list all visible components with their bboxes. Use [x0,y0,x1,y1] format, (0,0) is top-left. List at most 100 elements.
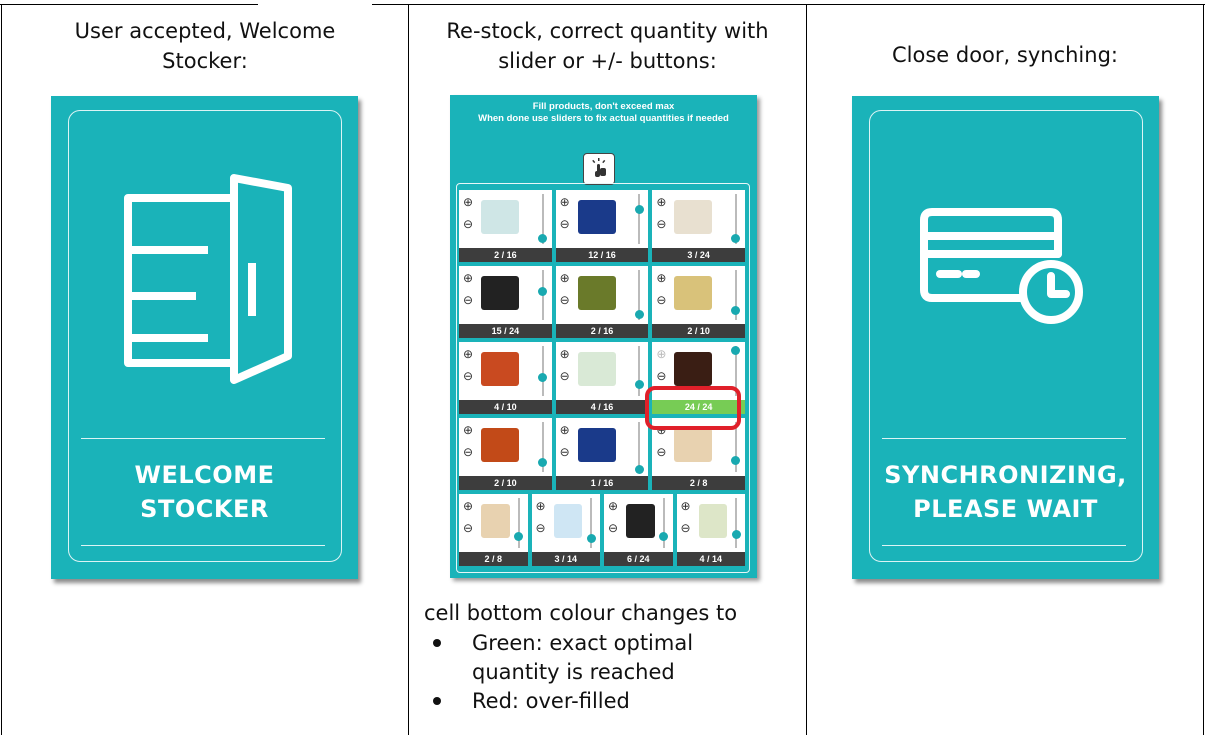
caption-line: Re-stock, correct quantity with [446,19,769,43]
product-cell[interactable]: ⊕ ⊖ 2 / 16 [555,266,649,338]
caption-line: slider or +/- buttons: [498,49,717,73]
quantity-bar: 2 / 8 [652,476,745,490]
minus-button[interactable]: ⊖ [656,446,666,458]
plus-button[interactable]: ⊕ [608,500,618,512]
caption-welcome: User accepted, Welcome Stocker: [2,16,408,76]
product-image [674,200,713,234]
minus-button[interactable]: ⊖ [463,218,473,230]
product-cell[interactable]: ⊕ ⊖ 2 / 16 [459,190,552,262]
product-image [698,504,727,538]
touch-button[interactable] [583,153,615,185]
product-cell[interactable]: ⊕ ⊖ 4 / 16 [555,342,649,414]
quantity-slider-knob[interactable] [538,458,548,468]
product-cell[interactable]: ⊕ ⊖ 1 / 16 [555,418,649,490]
minus-button[interactable]: ⊖ [656,370,666,382]
table-border-left [1,4,2,735]
table-border-top-left [0,4,258,5]
minus-button[interactable]: ⊖ [656,294,666,306]
minus-button[interactable]: ⊖ [608,522,618,534]
plus-button[interactable]: ⊕ [560,424,570,436]
instruction-line: Fill products, don't exceed max [532,101,675,112]
bullet-dot [433,639,441,647]
screen-divider [882,438,1126,439]
quantity-bar: 2 / 16 [459,248,552,262]
quantity-bar: 1 / 16 [555,476,649,490]
minus-button[interactable]: ⊖ [463,446,473,458]
product-cell[interactable]: ⊕ ⊖ 4 / 14 [676,494,745,566]
restock-instructions: Fill products, don't exceed max When don… [450,101,757,125]
minus-button[interactable]: ⊖ [560,218,570,230]
quantity-slider-track[interactable] [638,194,641,244]
quantity-slider-knob[interactable] [659,532,668,541]
quantity-slider-knob[interactable] [634,205,644,214]
quantity-slider-knob[interactable] [538,233,548,243]
minus-button[interactable]: ⊖ [656,218,666,230]
quantity-slider-track[interactable] [541,346,544,396]
plus-button[interactable]: ⊕ [560,272,570,284]
product-cell[interactable]: ⊕ ⊖ 4 / 10 [459,342,552,414]
product-cell[interactable]: ⊕ ⊖ 15 / 24 [459,266,552,338]
quantity-slider-knob[interactable] [634,309,644,319]
quantity-slider-knob[interactable] [634,380,644,389]
product-image [481,276,519,310]
caption-line: User accepted, Welcome [74,19,336,43]
product-cell[interactable]: ⊕ ⊖ 12 / 16 [555,190,649,262]
title-line: STOCKER [140,495,269,523]
minus-button[interactable]: ⊖ [463,370,473,382]
product-cell[interactable]: ⊕ ⊖ 3 / 14 [531,494,600,566]
quantity-slider-knob[interactable] [731,456,741,465]
minus-button[interactable]: ⊖ [463,522,473,534]
product-cell[interactable]: ⊕ ⊖ 6 / 24 [604,494,673,566]
caption-sync: Close door, synching: [807,40,1203,70]
product-cell[interactable]: ⊕ ⊖ 2 / 8 [459,494,528,566]
welcome-title: WELCOME STOCKER [51,458,358,526]
quantity-slider-knob[interactable] [538,286,548,296]
quantity-bar: 4 / 16 [555,400,649,414]
minus-button[interactable]: ⊖ [463,294,473,306]
screen-divider [882,545,1126,546]
bullet-dot [433,697,441,705]
quantity-slider-knob[interactable] [586,533,596,543]
plus-button[interactable]: ⊕ [463,348,473,360]
plus-button[interactable]: ⊕ [656,196,666,208]
screen-divider [81,438,325,439]
plus-button[interactable]: ⊕ [463,424,473,436]
quantity-slider-knob[interactable] [514,532,523,541]
product-cell[interactable]: ⊕ ⊖ 2 / 10 [459,418,552,490]
quantity-bar: 2 / 10 [652,324,745,338]
plus-button[interactable]: ⊕ [681,500,691,512]
minus-button[interactable]: ⊖ [681,522,691,534]
table-border-col1 [408,4,409,735]
product-cell[interactable]: ⊕ ⊖ 2 / 10 [652,266,745,338]
quantity-bar: 6 / 24 [604,552,673,566]
table-border-col2 [806,4,807,735]
title-line: WELCOME [134,461,275,489]
plus-button[interactable]: ⊕ [536,500,546,512]
minus-button[interactable]: ⊖ [560,294,570,306]
quantity-bar: 4 / 14 [676,552,745,566]
plus-button[interactable]: ⊕ [656,272,666,284]
quantity-slider-knob[interactable] [634,464,644,474]
welcome-screen: WELCOME STOCKER [51,96,358,579]
caption-line: Stocker: [162,49,248,73]
quantity-bar: 3 / 24 [652,248,745,262]
plus-button[interactable]: ⊕ [463,272,473,284]
quantity-slider-knob[interactable] [731,345,741,355]
card-clock-icon [918,206,1093,331]
product-image [481,200,519,234]
quantity-slider-knob[interactable] [538,373,548,383]
product-cell[interactable]: ⊕ ⊖ 3 / 24 [652,190,745,262]
minus-button[interactable]: ⊖ [536,522,546,534]
quantity-slider-knob[interactable] [731,306,741,316]
quantity-slider-track[interactable] [735,498,737,548]
minus-button[interactable]: ⊖ [560,370,570,382]
minus-button[interactable]: ⊖ [560,446,570,458]
plus-button[interactable]: ⊕ [656,348,666,360]
plus-button[interactable]: ⊕ [463,196,473,208]
quantity-bar: 12 / 16 [555,248,649,262]
quantity-slider-knob[interactable] [731,233,741,243]
plus-button[interactable]: ⊕ [560,196,570,208]
plus-button[interactable]: ⊕ [463,500,473,512]
quantity-slider-knob[interactable] [731,530,741,540]
plus-button[interactable]: ⊕ [560,348,570,360]
